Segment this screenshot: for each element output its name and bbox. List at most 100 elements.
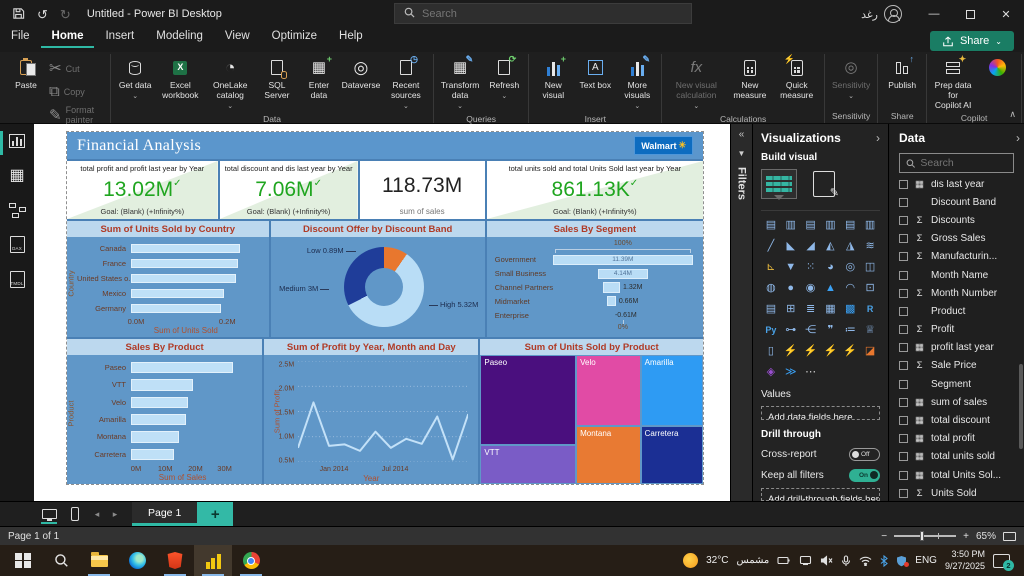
battery-icon[interactable] [777,555,791,566]
azure-map-icon[interactable]: ▲ [821,281,841,296]
waterfall-chart-icon[interactable]: ⊾ [761,260,781,275]
funnel-channel-partners[interactable]: Channel Partners1.32M [495,281,693,295]
edge-icon[interactable] [118,545,156,576]
field-discounts[interactable]: ΣDiscounts [899,211,1020,229]
multi-row-card-icon[interactable]: ▤ [761,302,781,317]
report-view-icon[interactable] [0,134,34,148]
metrics-icon[interactable]: ♕ [860,323,880,338]
field-checkbox[interactable] [899,398,908,407]
kpi-card-3[interactable]: 118.73Msum of sales [360,161,487,219]
donut-chart[interactable] [344,247,424,327]
scatter-chart-icon[interactable]: ⁙ [801,260,821,275]
bar-germany[interactable]: Germany [77,301,255,316]
enter-data-button[interactable]: ▦+Enter data [298,54,340,112]
excel-workbook-button[interactable]: XExcel workbook [156,54,204,112]
paginated-report-icon[interactable]: ▯ [761,344,781,359]
stacked-bar-chart-icon[interactable]: ▤ [761,218,781,233]
field-checkbox[interactable] [899,198,908,207]
treemap-carretera[interactable]: Carretera [641,426,703,484]
bar-united-states-o-[interactable]: United States o... [77,271,255,286]
start-button[interactable] [4,545,42,576]
save-icon[interactable] [12,7,25,22]
notification-center-icon[interactable]: 2 [993,554,1010,568]
expand-filters-icon[interactable]: « [739,129,745,140]
maximize-button[interactable] [952,0,988,28]
clustered-column-chart-icon[interactable]: ▥ [821,218,841,233]
pie-chart-icon[interactable]: ◕ [821,260,841,275]
more-visual-options-icon[interactable]: ⋯ [801,365,821,380]
treemap-velo[interactable]: Velo [576,355,641,426]
fit-to-page-icon[interactable] [1003,532,1016,541]
field-checkbox[interactable] [899,325,908,334]
map-icon[interactable]: ◍ [761,281,781,296]
field-checkbox[interactable] [899,343,908,352]
key-influencers-icon[interactable]: ⊶ [781,323,801,338]
line-chart-icon[interactable]: ╱ [761,239,781,254]
field-segment[interactable]: Segment [899,375,1020,393]
bar-france[interactable]: France [77,256,255,271]
field-profit-last-year[interactable]: ▦profit last year [899,339,1020,357]
funnel-chart-icon[interactable]: ▼ [781,260,801,275]
menu-home[interactable]: Home [41,28,95,48]
filters-pane-collapsed[interactable]: « ▼ Filters [730,124,752,501]
weather-sun-icon[interactable] [683,553,698,568]
minimize-button[interactable]: — [916,0,952,28]
menu-modeling[interactable]: Modeling [145,28,214,48]
global-search[interactable] [394,3,692,24]
menu-help[interactable]: Help [328,28,374,48]
weather-temp[interactable]: 32°C [706,555,728,566]
wifi-icon[interactable] [859,556,872,566]
chrome-icon[interactable] [232,545,270,576]
field-checkbox[interactable] [899,489,908,498]
clustered-bar-chart-icon[interactable]: ▤ [801,218,821,233]
field-discount-band[interactable]: Discount Band [899,193,1020,211]
stacked-column-chart-icon[interactable]: ▥ [781,218,801,233]
chart-units-by-country[interactable]: Sum of Units Sold by Country CountryCana… [67,221,271,337]
funnel-government[interactable]: Government11.39M [495,253,693,267]
table-view-icon[interactable]: ▦ [0,166,34,185]
decomposition-tree-icon[interactable]: ⋲ [801,323,821,338]
volume-muted-icon[interactable] [820,555,833,566]
zoom-slider[interactable] [894,535,956,537]
get-data-button[interactable]: Get data⌄ [114,54,156,112]
treemap[interactable]: PaseoVTTVeloMontanaAmarillaCarretera [480,355,703,484]
cut-button[interactable]: ✂Cut [49,59,105,78]
account-chip[interactable]: رغد [861,5,902,23]
zoom-in-button[interactable]: + [963,531,969,542]
filled-map-icon[interactable]: ● [781,281,801,296]
bar-paseo[interactable]: Paseo [77,359,248,376]
field-units-sold[interactable]: ΣUnits Sold [899,484,1020,501]
custom-visual-diamond-icon[interactable]: ◈ [761,365,781,380]
kpi-card-2[interactable]: total discount and dis last year by Year… [220,161,360,219]
new-visual-button[interactable]: +New visual [532,54,574,112]
brave-icon[interactable] [156,545,194,576]
field-checkbox[interactable] [899,434,908,443]
more-visuals-button[interactable]: ✎More visuals⌄ [616,54,658,112]
weather-condition[interactable]: مشمس [736,555,769,566]
100-stacked-bar-chart-icon[interactable]: ▤ [840,218,860,233]
collapse-visualizations-icon[interactable]: › [876,131,880,145]
menu-insert[interactable]: Insert [94,28,145,48]
field-checkbox[interactable] [899,471,908,480]
power-platform-visual-icon[interactable]: ≫ [781,365,801,380]
power-automate-icon[interactable]: ⚡ [781,344,801,359]
field-total-discount[interactable]: ▦total discount [899,411,1020,429]
format-visual-icon[interactable] [813,171,835,197]
chart-sales-by-segment[interactable]: Sales By Segment 100%Government11.39MSma… [487,221,703,337]
field-profit[interactable]: ΣProfit [899,321,1020,339]
add-data-fields-dropzone[interactable]: Add data fields here [761,406,880,420]
matrix-icon[interactable]: ▩ [840,302,860,317]
funnel-small-business[interactable]: Small Business4.14M [495,267,693,281]
chart-profit-line[interactable]: Sum of Profit by Year, Month and Day Sum… [264,339,480,484]
field-month-name[interactable]: Month Name [899,266,1020,284]
prep-data-for-copilot-ai-button[interactable]: ✦Prep data for Copilot AI [930,54,976,111]
sensitivity-button[interactable]: ◎Sensitivity⌄ [828,54,874,109]
chart-units-treemap[interactable]: Sum of Units Sold by Product PaseoVTTVel… [480,339,703,484]
bar-velo[interactable]: Velo [77,394,248,411]
paste-button[interactable]: Paste [5,54,47,125]
zoom-out-button[interactable]: − [881,531,887,542]
field-checkbox[interactable] [899,307,908,316]
tab-page-1[interactable]: Page 1 [132,502,197,526]
treemap-vtt[interactable]: VTT [480,445,576,484]
kpi-card-1[interactable]: total profit and profit last year by Yea… [67,161,220,219]
